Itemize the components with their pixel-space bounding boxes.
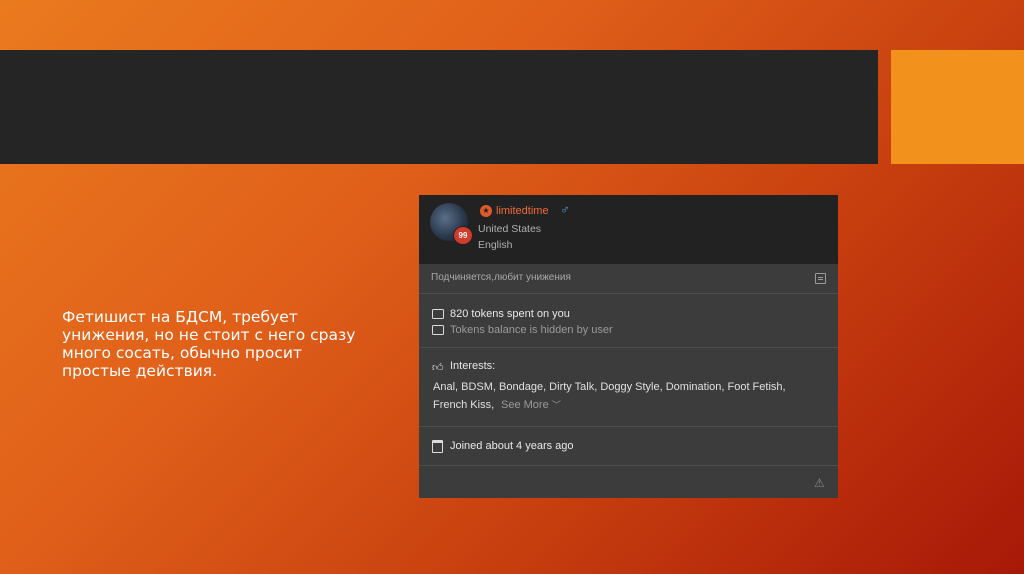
slide-body-text: Фетишист на БДСМ, требует унижения, но н… xyxy=(62,308,356,380)
wallet-icon xyxy=(432,325,444,335)
warning-icon[interactable]: ⚠ xyxy=(814,476,825,490)
balance-note-text: Tokens balance is hidden by user xyxy=(450,324,613,336)
country-text: United States xyxy=(478,223,542,235)
profile-description: Подчиняется,любит унижения xyxy=(431,272,571,283)
username-link[interactable]: limitedtime xyxy=(496,205,549,217)
calendar-icon xyxy=(432,440,443,453)
thumbs-up-icon: 👍︎ xyxy=(432,362,444,374)
divider xyxy=(419,293,838,294)
level-badge: 99 xyxy=(453,226,473,245)
profile-header: 99 ★ limitedtime ♂ United States English xyxy=(419,195,838,264)
slide-title-bar xyxy=(0,50,878,164)
slide-accent-block xyxy=(891,50,1024,164)
interests-list: Anal, BDSM, Bondage, Dirty Talk, Doggy S… xyxy=(433,381,786,393)
male-icon: ♂ xyxy=(560,202,570,217)
divider xyxy=(419,426,838,427)
coins-icon xyxy=(432,309,444,319)
divider xyxy=(419,465,838,466)
tokens-spent-text: 820 tokens spent on you xyxy=(450,308,570,320)
profile-card: 99 ★ limitedtime ♂ United States English… xyxy=(419,195,838,498)
language-text: English xyxy=(478,239,513,251)
interests-label: Interests: xyxy=(450,360,496,372)
interests-list-continued: French Kiss, xyxy=(433,399,495,411)
chevron-down-icon[interactable]: ﹀ xyxy=(552,398,561,411)
note-icon[interactable] xyxy=(815,273,826,284)
see-more-link[interactable]: See More xyxy=(501,399,549,411)
joined-text: Joined about 4 years ago xyxy=(450,440,574,452)
divider xyxy=(419,347,838,348)
star-icon: ★ xyxy=(480,205,492,217)
